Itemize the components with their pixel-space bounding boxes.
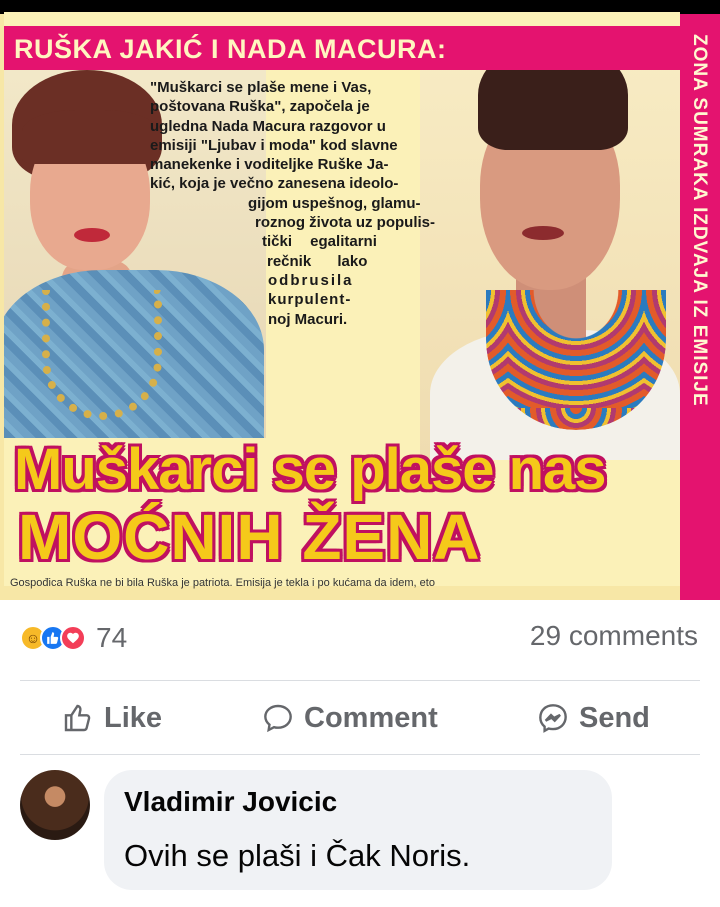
send-button[interactable]: Send <box>537 694 650 742</box>
comment-label: Comment <box>304 701 438 734</box>
comment-author[interactable]: Vladimir Jovicic <box>124 786 337 818</box>
quote-line: "Muškarci se plaše mene i Vas, <box>150 79 372 96</box>
headline-top: RUŠKA JAKIĆ I NADA MACURA: <box>14 34 447 64</box>
side-banner-text: ZONA SUMRAKA IZDVAJA IZ EMISIJE <box>689 34 710 407</box>
like-button[interactable]: Like <box>62 694 162 742</box>
big-headline-line-1: Muškarci se plaše nas <box>14 437 607 502</box>
reaction-count: 74 <box>96 622 128 653</box>
reactions-summary[interactable]: ☺ 74 <box>20 620 127 656</box>
quote-line: tički egalitarni <box>262 233 377 251</box>
avatar[interactable] <box>20 770 90 840</box>
quote-line: gijom uspešnog, glamu- <box>248 194 421 212</box>
messenger-icon <box>539 704 567 733</box>
divider <box>20 680 700 681</box>
quote-line: emisiji "Ljubav i moda" kod slavne <box>150 136 398 154</box>
quote-text: "Muškarci se plaše mene i Vas, poštovana… <box>150 78 475 329</box>
quote-line: kić, koja je večno zanesena ideolo- <box>150 175 399 193</box>
comment-icon <box>264 704 292 733</box>
quote-line: manekenke i voditeljke Ruške Ja- <box>150 156 389 174</box>
big-headline-line-2: MOĆNIH ŽENA <box>18 501 481 573</box>
clipping-caption: Gospođica Ruška ne bi bila Ruška je patr… <box>10 577 435 589</box>
quote-line: noj Macuri. <box>268 310 348 328</box>
like-label: Like <box>104 701 163 734</box>
comments-count-link[interactable]: 29 comments <box>530 620 698 652</box>
quote-line: odbrusila <box>268 271 354 289</box>
quote-line: rečnik lako <box>267 252 368 270</box>
thumbs-up-icon <box>64 704 91 732</box>
love-reaction-icon <box>60 625 86 651</box>
comment-text: Ovih se plaši i Čak Noris. <box>124 838 471 873</box>
quote-line: kurpulent- <box>268 291 352 309</box>
send-label: Send <box>579 701 650 734</box>
comment-button[interactable]: Comment <box>262 694 438 742</box>
quote-line: poštovana Ruška", započela je <box>150 98 370 116</box>
side-banner: ZONA SUMRAKA IZDVAJA IZ EMISIJE <box>680 14 720 600</box>
quote-line: ugledna Nada Macura razgovor u <box>150 117 386 135</box>
quote-line: roznog života uz populis- <box>255 214 435 232</box>
divider <box>20 754 700 755</box>
